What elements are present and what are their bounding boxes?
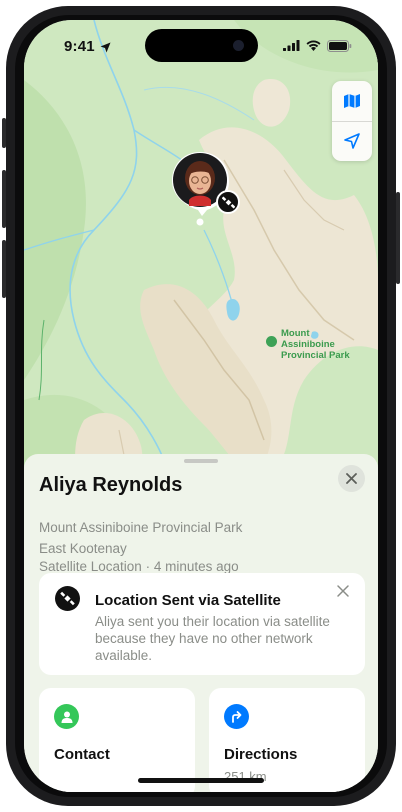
person-name: Aliya Reynolds — [39, 474, 183, 496]
map-mode-button[interactable] — [332, 81, 372, 121]
location-source-time: Satellite Location · 4 minutes ago — [39, 559, 239, 574]
satellite-badge-icon — [216, 190, 240, 214]
satellite-notice-card: Location Sent via Satellite Aliya sent y… — [39, 573, 365, 675]
track-location-button[interactable] — [332, 121, 372, 161]
close-icon — [337, 585, 349, 597]
directions-label: Directions — [224, 746, 298, 763]
directions-arrow-icon — [224, 704, 249, 729]
location-region: East Kootenay — [39, 541, 127, 556]
screen: Mount Assiniboine Provincial Park 9:41 A… — [24, 20, 378, 792]
person-detail-sheet: Aliya Reynolds Mount Assiniboine Provinc… — [24, 454, 378, 792]
map-view[interactable] — [24, 20, 378, 490]
status-bar: 9:41 — [24, 20, 378, 74]
satellite-notice-title: Location Sent via Satellite — [95, 592, 281, 609]
satellite-icon — [55, 586, 80, 611]
location-arrow-icon — [100, 42, 111, 53]
map-mode-icon — [344, 94, 360, 108]
cellular-signal-icon — [283, 40, 300, 51]
person-icon — [54, 704, 79, 729]
battery-icon — [327, 39, 352, 52]
location-name: Mount Assiniboine Provincial Park — [39, 520, 243, 535]
close-button[interactable] — [338, 465, 365, 492]
power-button — [396, 192, 400, 284]
location-arrow-icon — [344, 133, 360, 149]
contact-action-card[interactable]: Contact — [39, 688, 195, 792]
dismiss-notice-button[interactable] — [335, 583, 351, 599]
phone-frame: Mount Assiniboine Provincial Park 9:41 A… — [0, 0, 402, 812]
contact-label: Contact — [54, 746, 110, 763]
satellite-notice-body: Aliya sent you their location via satell… — [95, 614, 330, 663]
wifi-icon — [306, 40, 321, 51]
person-location-pin[interactable] — [169, 148, 231, 230]
status-icons — [283, 39, 352, 52]
park-label[interactable]: Mount Assiniboine Provincial Park — [281, 328, 350, 361]
camera-icon — [233, 40, 244, 51]
close-icon — [346, 473, 357, 484]
park-marker-icon[interactable] — [266, 336, 277, 347]
home-indicator[interactable] — [138, 778, 264, 783]
dynamic-island — [145, 29, 258, 62]
sheet-grabber[interactable] — [184, 459, 218, 463]
status-time: 9:41 — [64, 38, 111, 55]
directions-action-card[interactable]: Directions 251 km — [209, 688, 365, 792]
map-controls — [332, 81, 372, 161]
